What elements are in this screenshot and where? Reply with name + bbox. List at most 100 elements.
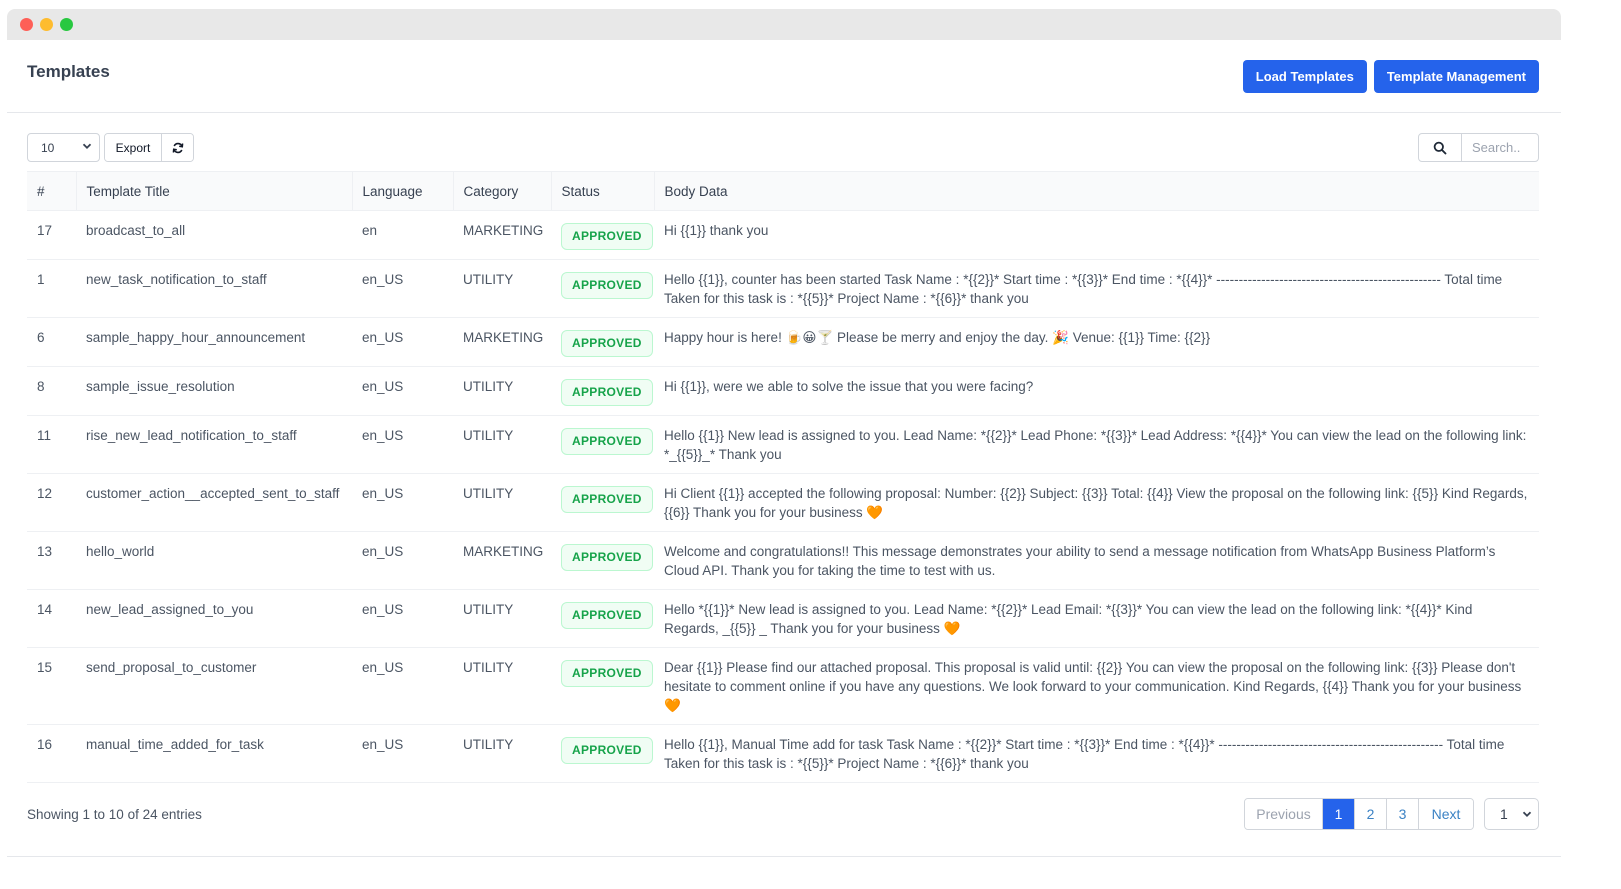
entries-info: Showing 1 to 10 of 24 entries (27, 807, 202, 822)
row-template-title: new_task_notification_to_staff (76, 259, 352, 318)
row-status-cell: APPROVED (551, 724, 654, 783)
row-id: 14 (27, 589, 76, 648)
status-badge: APPROVED (561, 602, 653, 629)
row-category: MARKETING (453, 210, 551, 260)
pagination: Previous 1 2 3 Next (1244, 798, 1474, 830)
row-language: en_US (352, 317, 453, 367)
status-badge: APPROVED (561, 544, 653, 571)
page-header: Templates Load Templates Template Manage… (7, 40, 1561, 113)
search-icon (1433, 141, 1447, 154)
row-category: MARKETING (453, 531, 551, 590)
column-header-template-title[interactable]: Template Title (76, 171, 353, 211)
status-badge: APPROVED (561, 379, 653, 406)
row-id: 13 (27, 531, 76, 590)
search-box (1418, 133, 1539, 162)
page-jump-select[interactable]: 1 (1484, 798, 1539, 830)
pagination-page-3[interactable]: 3 (1387, 799, 1419, 829)
row-template-title: hello_world (76, 531, 352, 590)
table-row[interactable]: 6 sample_happy_hour_announcement en_US M… (27, 317, 1539, 367)
row-language: en_US (352, 259, 453, 318)
page-length-value: 10 (41, 140, 55, 155)
row-id: 6 (27, 317, 76, 367)
row-status-cell: APPROVED (551, 531, 654, 590)
status-badge: APPROVED (561, 272, 653, 299)
table-row[interactable]: 8 sample_issue_resolution en_US UTILITY … (27, 366, 1539, 416)
column-header-id[interactable]: # (27, 171, 77, 211)
row-category: MARKETING (453, 317, 551, 367)
row-body-data: Hi Client {{1}} accepted the following p… (654, 473, 1539, 532)
row-language: en_US (352, 589, 453, 648)
status-badge: APPROVED (561, 330, 653, 357)
column-header-language[interactable]: Language (352, 171, 454, 211)
export-button[interactable]: Export (105, 134, 162, 161)
table-footer: Showing 1 to 10 of 24 entries Previous 1… (7, 787, 1561, 857)
window-close-button[interactable] (20, 18, 33, 31)
window-maximize-button[interactable] (60, 18, 73, 31)
row-id: 15 (27, 647, 76, 725)
row-category: UTILITY (453, 259, 551, 318)
table-row[interactable]: 1 new_task_notification_to_staff en_US U… (27, 259, 1539, 318)
row-language: en_US (352, 415, 453, 474)
pagination-previous[interactable]: Previous (1245, 799, 1323, 829)
row-language: en_US (352, 647, 453, 725)
column-header-category[interactable]: Category (453, 171, 552, 211)
load-templates-button[interactable]: Load Templates (1242, 60, 1367, 93)
search-button[interactable] (1419, 134, 1462, 161)
status-badge: APPROVED (561, 428, 653, 455)
row-template-title: manual_time_added_for_task (76, 724, 352, 783)
row-language: en_US (352, 366, 453, 416)
header-actions: Load Templates Template Management (1242, 60, 1539, 93)
row-category: UTILITY (453, 724, 551, 783)
table-row[interactable]: 13 hello_world en_US MARKETING APPROVED … (27, 531, 1539, 590)
window-minimize-button[interactable] (40, 18, 53, 31)
app-window: Templates Load Templates Template Manage… (7, 9, 1561, 889)
row-template-title: new_lead_assigned_to_you (76, 589, 352, 648)
row-id: 16 (27, 724, 76, 783)
row-template-title: send_proposal_to_customer (76, 647, 352, 725)
table-row[interactable]: 17 broadcast_to_all en MARKETING APPROVE… (27, 210, 1539, 260)
row-category: UTILITY (453, 415, 551, 474)
row-template-title: sample_happy_hour_announcement (76, 317, 352, 367)
row-body-data: Welcome and congratulations!! This messa… (654, 531, 1539, 590)
export-button-group: Export (104, 133, 194, 162)
table-row[interactable]: 14 new_lead_assigned_to_you en_US UTILIT… (27, 589, 1539, 648)
table-row[interactable]: 12 customer_action__accepted_sent_to_sta… (27, 473, 1539, 532)
table-row[interactable]: 15 send_proposal_to_customer en_US UTILI… (27, 647, 1539, 725)
row-template-title: sample_issue_resolution (76, 366, 352, 416)
template-management-button[interactable]: Template Management (1373, 60, 1539, 93)
row-language: en_US (352, 724, 453, 783)
column-header-status[interactable]: Status (551, 171, 655, 211)
refresh-icon (172, 142, 183, 153)
row-id: 1 (27, 259, 76, 318)
pagination-page-1[interactable]: 1 (1323, 799, 1355, 829)
table-toolbar: 10 Export (7, 113, 1561, 171)
page-length-select[interactable]: 10 (27, 133, 100, 162)
row-category: UTILITY (453, 366, 551, 416)
refresh-button[interactable] (162, 134, 193, 161)
column-header-body-data[interactable]: Body Data (654, 171, 1539, 211)
pagination-page-2[interactable]: 2 (1355, 799, 1387, 829)
row-template-title: customer_action__accepted_sent_to_staff (76, 473, 352, 532)
table-row[interactable]: 16 manual_time_added_for_task en_US UTIL… (27, 724, 1539, 783)
search-input[interactable] (1462, 134, 1538, 161)
templates-table: # Template Title Language Category Statu… (27, 171, 1539, 783)
row-body-data: Hello {{1}}, Manual Time add for task Ta… (654, 724, 1539, 783)
page-title: Templates (27, 62, 110, 81)
chevron-down-icon (1522, 811, 1532, 817)
table-body: 17 broadcast_to_all en MARKETING APPROVE… (27, 210, 1539, 783)
table-header-row: # Template Title Language Category Statu… (27, 171, 1539, 211)
row-body-data: Hello *{{1}}* New lead is assigned to yo… (654, 589, 1539, 648)
row-status-cell: APPROVED (551, 210, 654, 260)
row-category: UTILITY (453, 473, 551, 532)
row-category: UTILITY (453, 647, 551, 725)
row-status-cell: APPROVED (551, 366, 654, 416)
row-category: UTILITY (453, 589, 551, 648)
row-body-data: Happy hour is here! 🍺😀🍸 Please be merry … (654, 317, 1539, 367)
row-body-data: Dear {{1}} Please find our attached prop… (654, 647, 1539, 725)
table-row[interactable]: 11 rise_new_lead_notification_to_staff e… (27, 415, 1539, 474)
row-id: 11 (27, 415, 76, 474)
status-badge: APPROVED (561, 737, 653, 764)
pagination-next[interactable]: Next (1419, 799, 1473, 829)
row-id: 17 (27, 210, 76, 260)
status-badge: APPROVED (561, 486, 653, 513)
